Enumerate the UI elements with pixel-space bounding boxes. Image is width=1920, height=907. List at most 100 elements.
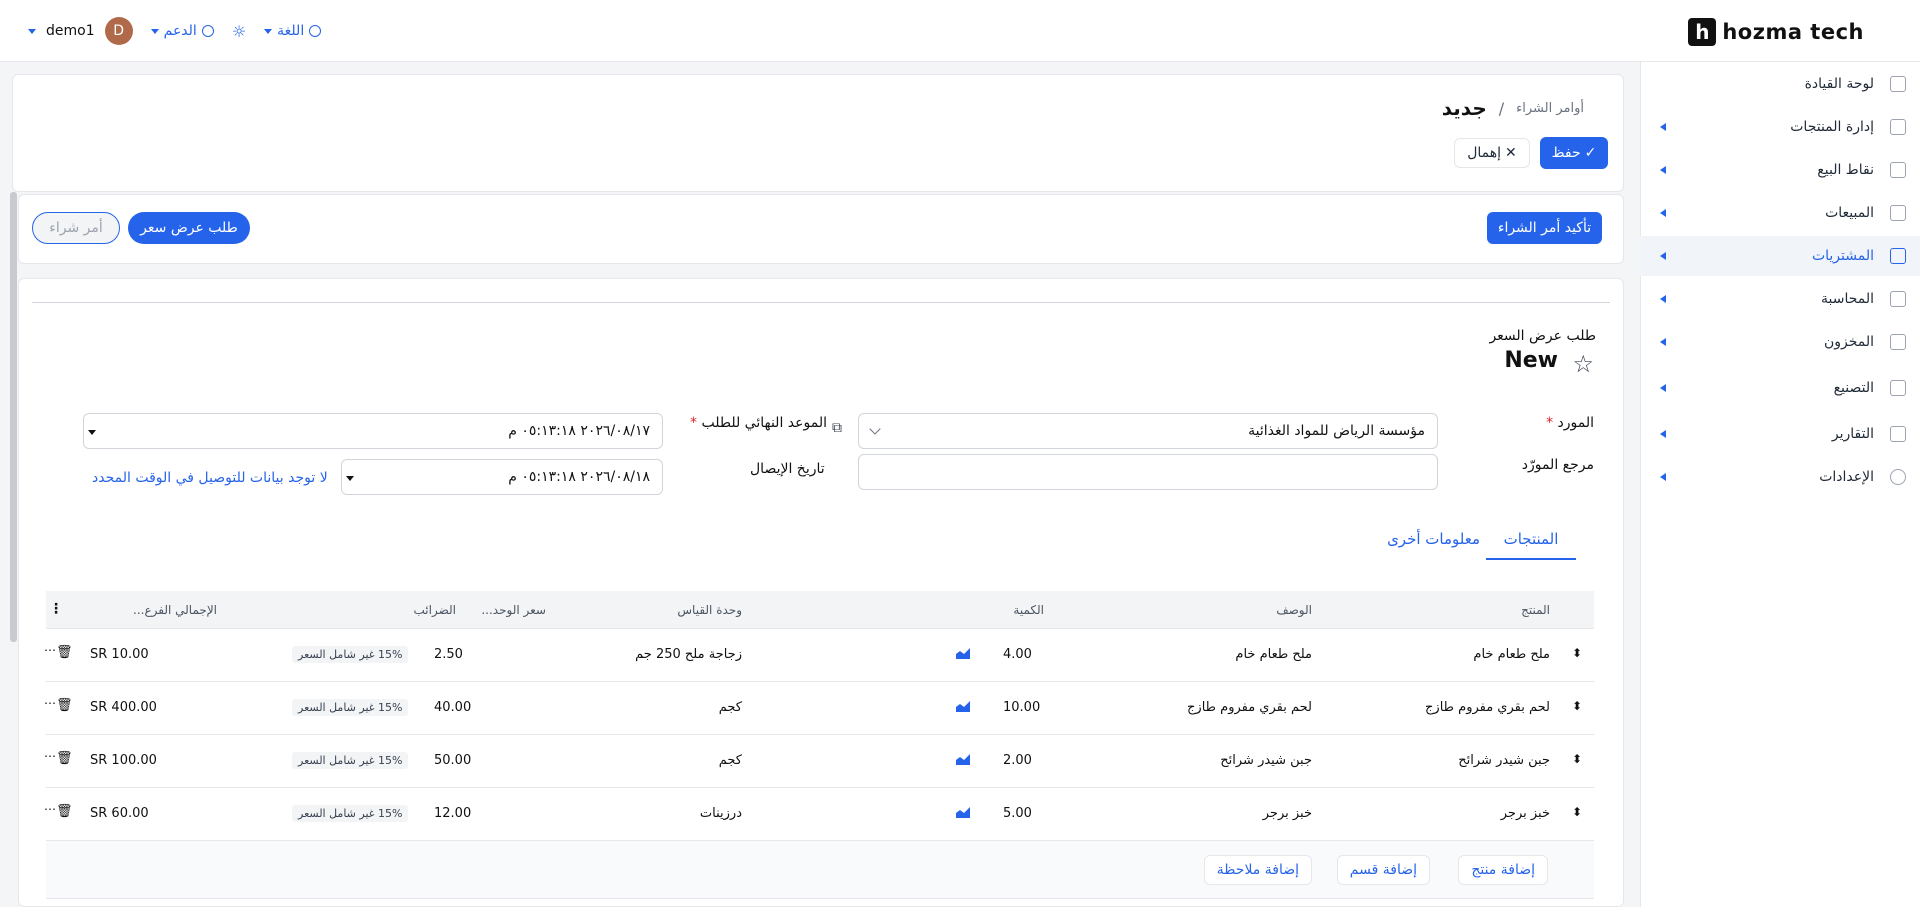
add-section-button[interactable]: إضافة قسم bbox=[1336, 855, 1430, 885]
cell-description[interactable]: جبن شيدر شرائح bbox=[1220, 753, 1312, 768]
tax-badge[interactable]: 15% غير شامل السعر bbox=[292, 646, 409, 663]
sidebar-item-sales[interactable]: المبيعات bbox=[1640, 193, 1920, 233]
more-icon[interactable]: ⋯ bbox=[44, 643, 56, 657]
cell-unit-price[interactable]: 12.00 bbox=[434, 806, 471, 821]
column-taxes[interactable]: الضرائب bbox=[414, 603, 456, 617]
tab-products[interactable]: المنتجات bbox=[1486, 530, 1576, 560]
cell-uom[interactable]: زجاجة ملح 250 جم bbox=[635, 647, 742, 662]
deadline-value: ٢٠٢٦/٠٨/١٧ ٠٥:١٣:١٨ م bbox=[508, 423, 650, 439]
column-options-icon[interactable]: ⋮ bbox=[49, 601, 63, 617]
drag-handle-icon[interactable]: ⬍ bbox=[1572, 646, 1582, 660]
report-icon bbox=[1890, 426, 1906, 442]
trash-icon[interactable]: 🗑 bbox=[56, 698, 73, 713]
sidebar-item-accounting[interactable]: المحاسبة bbox=[1640, 279, 1920, 319]
cell-quantity[interactable]: 10.00 bbox=[1003, 700, 1040, 715]
drag-handle-icon[interactable]: ⬍ bbox=[1572, 752, 1582, 766]
save-button[interactable]: حفظ ✓ bbox=[1540, 137, 1608, 169]
drag-handle-icon[interactable]: ⬍ bbox=[1572, 699, 1582, 713]
tax-badge[interactable]: 15% غير شامل السعر bbox=[292, 752, 409, 769]
external-link-icon[interactable]: ⧉ bbox=[832, 420, 842, 436]
cell-product[interactable]: خبز برجر bbox=[1501, 806, 1550, 821]
sidebar-item-reports[interactable]: التقارير bbox=[1640, 414, 1920, 454]
column-product[interactable]: المنتج bbox=[1521, 603, 1550, 617]
support-menu[interactable]: الدعم bbox=[150, 23, 214, 39]
status-rfq[interactable]: طلب عرض سعر bbox=[128, 212, 250, 244]
theme-toggle-icon[interactable]: ☼ bbox=[232, 22, 246, 41]
column-quantity[interactable]: الكمية bbox=[1013, 603, 1044, 617]
cell-uom[interactable]: كجم bbox=[719, 700, 742, 715]
cell-product[interactable]: جبن شيدر شرائح bbox=[1458, 753, 1550, 768]
confirm-order-button[interactable]: تأكيد أمر الشراء bbox=[1487, 212, 1602, 244]
top-header: h hozma tech demo1 D الدعم ☼ اللغة bbox=[0, 0, 1920, 62]
star-icon[interactable]: ☆ bbox=[1572, 350, 1594, 378]
scrollbar[interactable] bbox=[10, 192, 17, 642]
cell-description[interactable]: خبز برجر bbox=[1263, 806, 1312, 821]
caret-left-icon bbox=[1660, 252, 1666, 260]
cell-quantity[interactable]: 4.00 bbox=[1003, 647, 1032, 662]
status-purchase-order[interactable]: أمر شراء bbox=[32, 212, 120, 244]
forecast-chart-icon[interactable] bbox=[956, 648, 970, 659]
forecast-chart-icon[interactable] bbox=[956, 701, 970, 712]
caret-left-icon bbox=[1660, 123, 1666, 131]
more-icon[interactable]: ⋯ bbox=[44, 749, 56, 763]
tag-icon bbox=[1890, 119, 1906, 135]
discard-button[interactable]: إهمال ✕ bbox=[1454, 138, 1530, 168]
column-description[interactable]: الوصف bbox=[1276, 603, 1312, 617]
cell-product[interactable]: لحم بقري مفروم طازج bbox=[1425, 700, 1550, 715]
table-row[interactable]: ⬍ ملح طعام خام ملح طعام خام 4.00 زجاجة م… bbox=[44, 629, 1594, 682]
column-uom[interactable]: وحدة القياس bbox=[677, 603, 742, 617]
sidebar-item-products[interactable]: إدارة المنتجات bbox=[1640, 107, 1920, 147]
breadcrumb-parent[interactable]: أوامر الشراء bbox=[1516, 101, 1584, 116]
cell-description[interactable]: لحم بقري مفروم طازج bbox=[1187, 700, 1312, 715]
cell-uom[interactable]: كجم bbox=[719, 753, 742, 768]
trash-icon[interactable]: 🗑 bbox=[56, 645, 73, 660]
cell-subtotal: SR 100.00 bbox=[90, 753, 157, 768]
on-time-delivery-link[interactable]: لا توجد بيانات للتوصيل في الوقت المحدد bbox=[92, 470, 328, 486]
cell-uom[interactable]: درزينات bbox=[700, 806, 742, 821]
cell-description[interactable]: ملح طعام خام bbox=[1235, 647, 1312, 662]
caret-down-icon bbox=[88, 430, 96, 435]
sidebar-item-inventory[interactable]: المخزون bbox=[1640, 322, 1920, 362]
forecast-chart-icon[interactable] bbox=[956, 807, 970, 818]
vendor-field[interactable]: مؤسسة الرياض للمواد الغذائية bbox=[858, 413, 1438, 449]
more-icon[interactable]: ⋯ bbox=[44, 802, 56, 816]
language-menu[interactable]: اللغة bbox=[264, 23, 322, 39]
table-row[interactable]: ⬍ لحم بقري مفروم طازج لحم بقري مفروم طاز… bbox=[44, 682, 1594, 735]
table-row[interactable]: ⬍ خبز برجر خبز برجر 5.00 درزينات 12.00 1… bbox=[44, 788, 1594, 841]
cell-unit-price[interactable]: 2.50 bbox=[434, 647, 463, 662]
add-product-button[interactable]: إضافة منتج bbox=[1458, 855, 1548, 885]
sidebar-item-purchases[interactable]: المشتريات bbox=[1640, 236, 1920, 276]
brand-logo[interactable]: h hozma tech bbox=[1688, 17, 1864, 47]
column-subtotal[interactable]: الإجمالي الفرع... bbox=[133, 603, 217, 617]
cell-product[interactable]: ملح طعام خام bbox=[1473, 647, 1550, 662]
column-unit-price[interactable]: سعر الوحد... bbox=[481, 603, 546, 617]
cell-unit-price[interactable]: 50.00 bbox=[434, 753, 471, 768]
caret-left-icon bbox=[1660, 166, 1666, 174]
receipt-date-value: ٢٠٢٦/٠٨/١٨ ٠٥:١٣:١٨ م bbox=[508, 469, 650, 485]
sidebar-item-pos[interactable]: نقاط البيع bbox=[1640, 150, 1920, 190]
trash-icon[interactable]: 🗑 bbox=[56, 751, 73, 766]
trash-icon[interactable]: 🗑 bbox=[56, 804, 73, 819]
user-menu[interactable]: demo1 D bbox=[28, 17, 133, 45]
vendor-ref-field[interactable] bbox=[858, 454, 1438, 490]
forecast-chart-icon[interactable] bbox=[956, 754, 970, 765]
receipt-date-field[interactable]: ٢٠٢٦/٠٨/١٨ ٠٥:١٣:١٨ م bbox=[341, 459, 663, 495]
cell-unit-price[interactable]: 40.00 bbox=[434, 700, 471, 715]
cell-quantity[interactable]: 5.00 bbox=[1003, 806, 1032, 821]
sidebar-item-settings[interactable]: الإعدادات bbox=[1640, 457, 1920, 497]
add-note-button[interactable]: إضافة ملاحظة bbox=[1203, 855, 1312, 885]
tax-badge[interactable]: 15% غير شامل السعر bbox=[292, 699, 409, 716]
tax-badge[interactable]: 15% غير شامل السعر bbox=[292, 805, 409, 822]
tab-other-info[interactable]: معلومات أخرى bbox=[1387, 530, 1480, 548]
cell-subtotal: SR 400.00 bbox=[90, 700, 157, 715]
table-row[interactable]: ⬍ جبن شيدر شرائح جبن شيدر شرائح 2.00 كجم… bbox=[44, 735, 1594, 788]
deadline-field[interactable]: ٢٠٢٦/٠٨/١٧ ٠٥:١٣:١٨ م bbox=[83, 413, 663, 449]
drag-handle-icon[interactable]: ⬍ bbox=[1572, 805, 1582, 819]
caret-left-icon bbox=[1660, 209, 1666, 217]
more-icon[interactable]: ⋯ bbox=[44, 696, 56, 710]
sidebar-item-manufacturing[interactable]: التصنيع bbox=[1640, 368, 1920, 408]
cell-quantity[interactable]: 2.00 bbox=[1003, 753, 1032, 768]
chevron-down-icon bbox=[264, 28, 273, 34]
vendor-ref-label: مرجع المورّد bbox=[1521, 457, 1594, 473]
sidebar-item-dashboard[interactable]: لوحة القيادة bbox=[1640, 64, 1920, 104]
